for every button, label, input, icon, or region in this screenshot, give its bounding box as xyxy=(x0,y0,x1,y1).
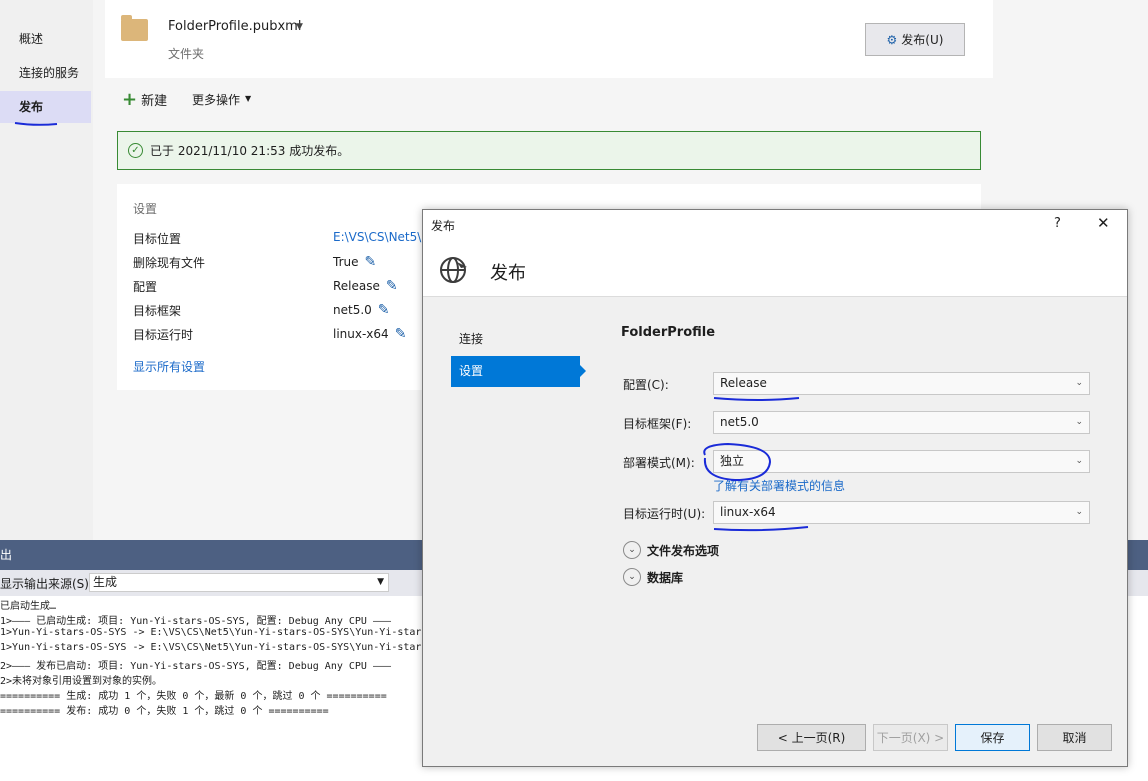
profile-selector[interactable]: FolderProfile.pubxml xyxy=(168,19,301,34)
globe-icon xyxy=(440,257,467,283)
deployment-mode-label: 部署模式(M): xyxy=(623,456,695,470)
publish-button-label: 发布(U) xyxy=(901,33,944,47)
close-icon[interactable]: ✕ xyxy=(1097,214,1110,232)
dialog-titlebar xyxy=(423,210,1127,240)
expander-label: 文件发布选项 xyxy=(647,543,720,558)
more-actions-button[interactable]: 更多操作 ▼ xyxy=(192,91,251,108)
configuration-text: Release xyxy=(333,279,380,293)
new-label: 新建 xyxy=(141,94,168,109)
plus-icon: + xyxy=(122,88,138,110)
setting-label-target-runtime: 目标运行时 xyxy=(133,328,194,342)
deployment-mode-select[interactable]: 独立 ⌄ xyxy=(713,450,1090,473)
output-line: ========== 生成: 成功 1 个，失败 0 个，最新 0 个，跳过 0… xyxy=(0,691,387,702)
setting-label-target-framework: 目标框架 xyxy=(133,304,182,318)
setting-value-target-framework: net5.0 ✎ xyxy=(333,302,390,318)
chevron-down-icon: ⌄ xyxy=(623,568,641,586)
setting-label-delete-files: 删除现有文件 xyxy=(133,256,206,270)
next-button[interactable]: 下一页(X) > xyxy=(873,724,948,751)
chevron-down-icon: ⌄ xyxy=(1075,417,1083,427)
target-framework-value: net5.0 xyxy=(720,415,759,429)
nav-item-connected-services[interactable]: 连接的服务 xyxy=(0,57,91,89)
new-profile-button[interactable]: + 新建 xyxy=(122,90,167,109)
output-source-select[interactable]: 生成 ▼ xyxy=(89,573,389,592)
nav-item-overview[interactable]: 概述 xyxy=(0,23,91,55)
output-line: 1>——— 已启动生成: 项目: Yun-Yi-stars-OS-SYS, 配置… xyxy=(0,616,392,627)
target-location-text: E:\VS\CS\Net5\ xyxy=(333,230,422,244)
folder-icon xyxy=(121,15,148,41)
output-line: 已启动生成… xyxy=(0,601,57,612)
deployment-mode-value: 独立 xyxy=(720,454,745,468)
chevron-down-icon: ▼ xyxy=(377,577,384,587)
chevron-down-icon: ⌄ xyxy=(1075,456,1083,466)
success-message: 已于 2021/11/10 21:53 成功发布。 xyxy=(150,144,350,158)
pencil-icon[interactable]: ✎ xyxy=(365,254,377,270)
save-button[interactable]: 保存 xyxy=(955,724,1030,751)
target-runtime-label: 目标运行时(U): xyxy=(623,507,706,521)
dialog-header xyxy=(423,240,1127,297)
step-settings[interactable]: 设置 xyxy=(451,356,586,387)
chevron-down-icon: ⌄ xyxy=(1075,507,1083,517)
profile-card xyxy=(105,0,993,78)
setting-value-target-runtime: linux-x64 ✎ xyxy=(333,326,406,342)
pencil-icon[interactable]: ✎ xyxy=(378,302,390,318)
output-source-label: 显示输出来源(S): xyxy=(0,577,94,591)
file-publish-options-expander[interactable]: ⌄ 文件发布选项 xyxy=(623,541,719,559)
check-circle-icon: ✓ xyxy=(128,143,143,158)
publish-globe-icon: ⚙ xyxy=(886,32,898,47)
configuration-select[interactable]: Release ⌄ xyxy=(713,372,1090,395)
dialog-profile-name: FolderProfile xyxy=(621,325,716,340)
chevron-down-icon[interactable]: ▼ xyxy=(296,22,303,32)
deployment-mode-info-link[interactable]: 了解有关部署模式的信息 xyxy=(713,477,845,494)
show-all-settings-link[interactable]: 显示所有设置 xyxy=(133,358,205,375)
pencil-icon[interactable]: ✎ xyxy=(386,278,398,294)
setting-value-configuration: Release ✎ xyxy=(333,278,398,294)
nav-item-publish[interactable]: 发布 xyxy=(0,91,91,123)
target-runtime-select[interactable]: linux-x64 ⌄ xyxy=(713,501,1090,524)
dialog-title: 发布 xyxy=(431,219,456,233)
output-line: 2>——— 发布已启动: 项目: Yun-Yi-stars-OS-SYS, 配置… xyxy=(0,661,392,672)
output-source-value: 生成 xyxy=(93,575,118,589)
prev-button[interactable]: < 上一页(R) xyxy=(757,724,866,751)
left-nav: 概述 连接的服务 发布 xyxy=(0,0,93,540)
more-actions-label: 更多操作 xyxy=(192,93,241,107)
pencil-icon[interactable]: ✎ xyxy=(395,326,407,342)
dialog-header-title: 发布 xyxy=(490,263,526,284)
publish-button[interactable]: ⚙ 发布(U) xyxy=(865,23,965,56)
chevron-down-icon: ▼ xyxy=(245,94,252,103)
expander-label: 数据库 xyxy=(647,570,684,585)
delete-files-text: True xyxy=(333,255,359,269)
setting-value-delete-files: True ✎ xyxy=(333,254,376,270)
step-connect[interactable]: 连接 xyxy=(451,324,580,355)
output-title: 出 xyxy=(0,548,13,562)
databases-expander[interactable]: ⌄ 数据库 xyxy=(623,568,683,586)
configuration-label: 配置(C): xyxy=(623,378,669,392)
cancel-button[interactable]: 取消 xyxy=(1037,724,1112,751)
profile-type: 文件夹 xyxy=(168,47,205,61)
output-line: 1>Yun-Yi-stars-OS-SYS -> E:\VS\CS\Net5\Y… xyxy=(0,627,428,638)
chevron-down-icon: ⌄ xyxy=(1075,378,1083,388)
help-icon[interactable]: ? xyxy=(1054,216,1061,231)
setting-value-target-location[interactable]: E:\VS\CS\Net5\ xyxy=(333,230,421,244)
success-banner: ✓ 已于 2021/11/10 21:53 成功发布。 xyxy=(117,131,981,170)
target-framework-text: net5.0 xyxy=(333,303,372,317)
configuration-value: Release xyxy=(720,376,767,390)
setting-label-target-location: 目标位置 xyxy=(133,232,182,246)
target-runtime-value: linux-x64 xyxy=(720,505,776,519)
output-line: ========== 发布: 成功 0 个，失败 1 个，跳过 0 个 ====… xyxy=(0,706,329,717)
output-line: 1>Yun-Yi-stars-OS-SYS -> E:\VS\CS\Net5\Y… xyxy=(0,642,428,653)
target-framework-label: 目标框架(F): xyxy=(623,417,692,431)
settings-title: 设置 xyxy=(133,202,158,216)
target-framework-select[interactable]: net5.0 ⌄ xyxy=(713,411,1090,434)
setting-label-configuration: 配置 xyxy=(133,280,158,294)
target-runtime-text: linux-x64 xyxy=(333,327,389,341)
output-line: 2>未将对象引用设置到对象的实例。 xyxy=(0,676,163,687)
chevron-down-icon: ⌄ xyxy=(623,541,641,559)
